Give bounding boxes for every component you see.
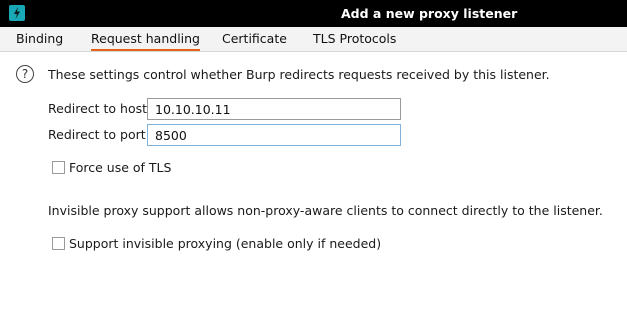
invisible-proxy-checkbox[interactable] (52, 237, 65, 250)
tab-certificate[interactable]: Certificate (222, 27, 287, 51)
tab-bar: Binding Request handling Certificate TLS… (0, 27, 627, 52)
window-title: Add a new proxy listener (341, 6, 518, 21)
tab-request-handling[interactable]: Request handling (91, 27, 200, 51)
redirect-port-label: Redirect to port: (48, 127, 150, 142)
redirect-host-input[interactable] (147, 98, 401, 120)
force-tls-checkbox[interactable] (52, 161, 65, 174)
help-icon[interactable]: ? (16, 65, 34, 83)
tab-tls-protocols[interactable]: TLS Protocols (313, 27, 396, 51)
tab-binding[interactable]: Binding (16, 27, 63, 51)
invisible-proxy-label[interactable]: Support invisible proxying (enable only … (69, 236, 381, 251)
redirect-host-label: Redirect to host: (48, 101, 152, 116)
invisible-proxy-description: Invisible proxy support allows non-proxy… (48, 203, 603, 218)
force-tls-label[interactable]: Force use of TLS (69, 160, 171, 175)
request-handling-description: These settings control whether Burp redi… (48, 67, 550, 82)
redirect-port-input[interactable] (147, 124, 401, 146)
title-bar: Add a new proxy listener (0, 0, 627, 27)
